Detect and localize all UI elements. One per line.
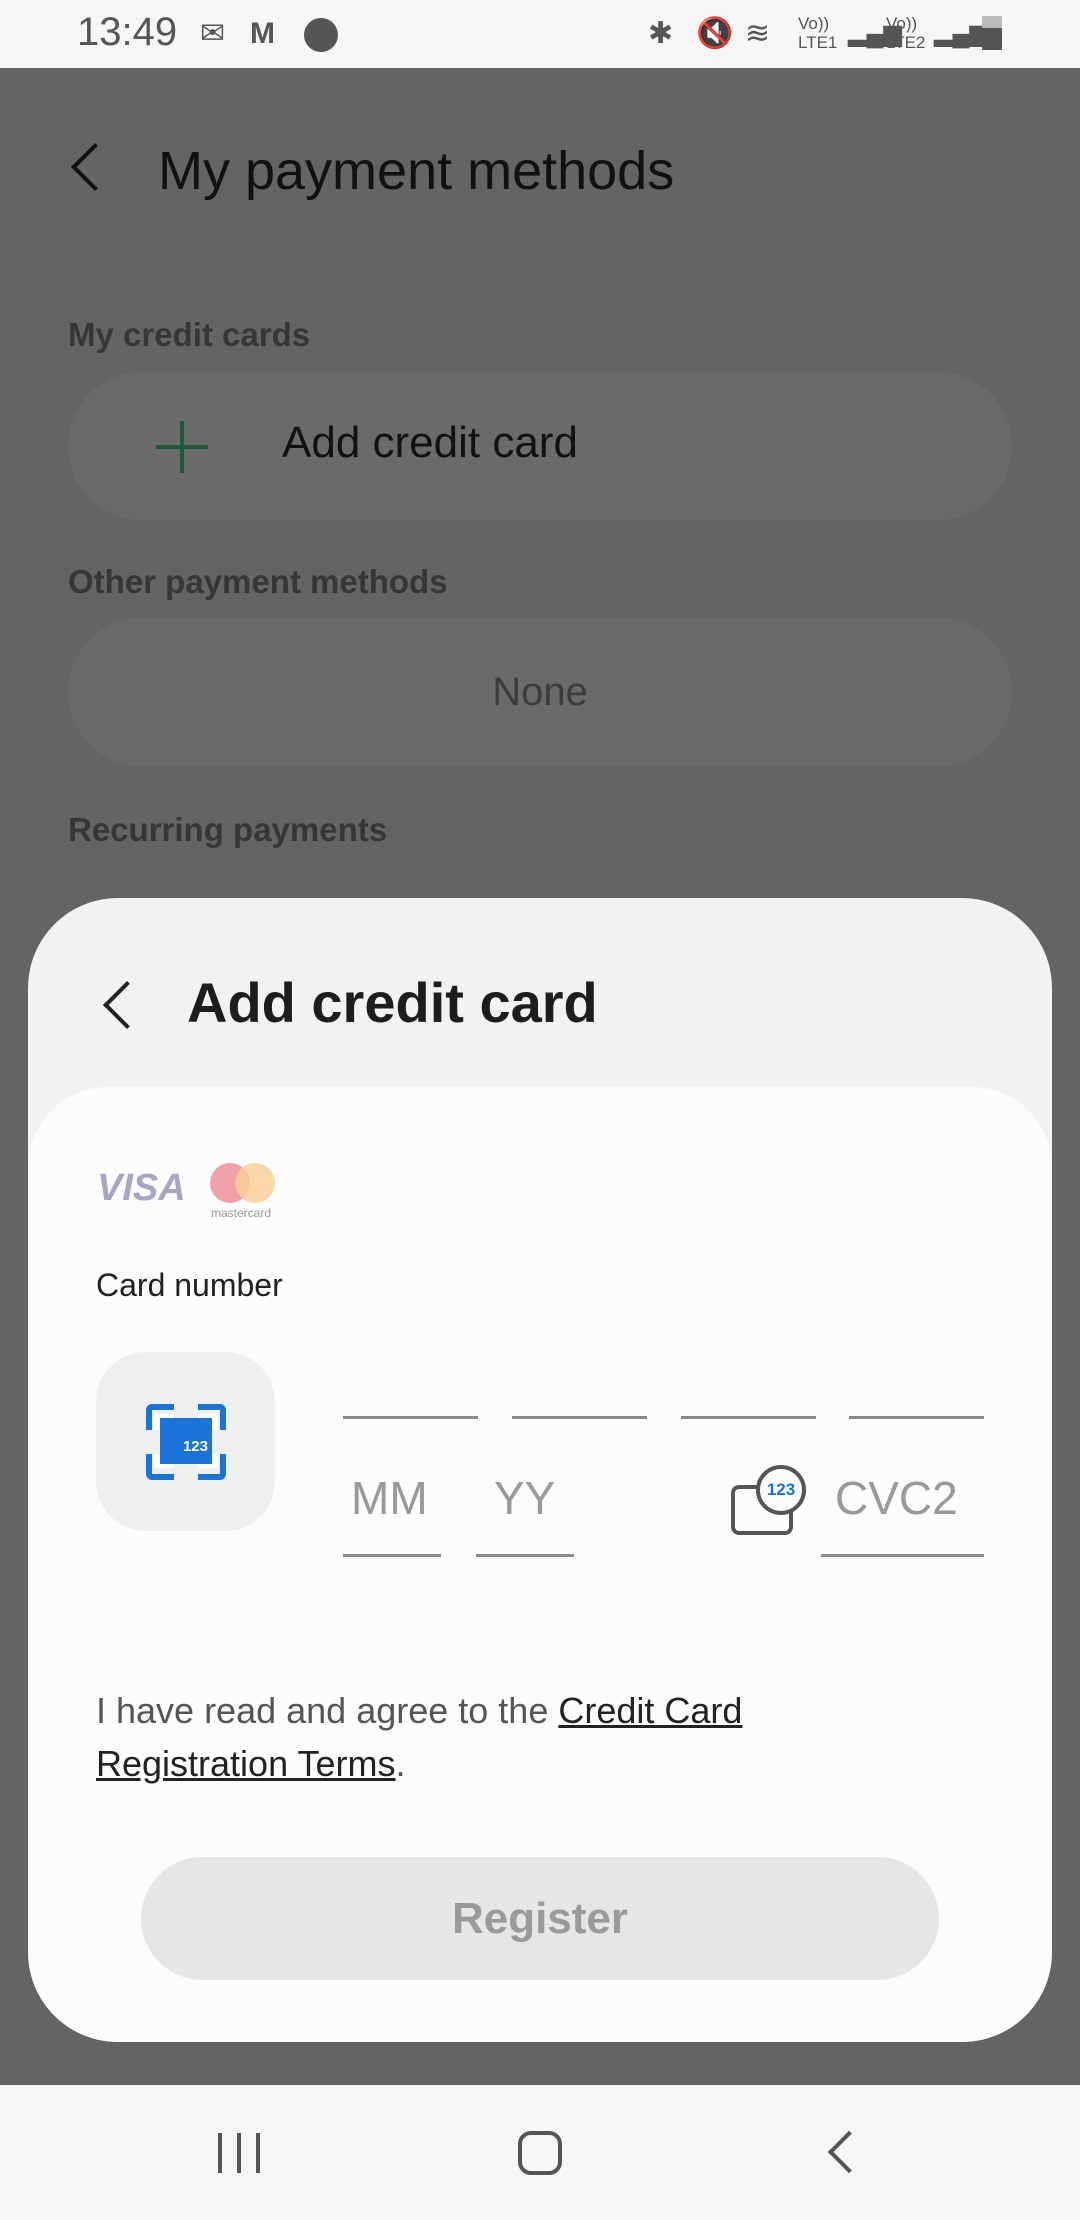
card-number-field-3[interactable] — [681, 1416, 816, 1419]
gmail-icon: M — [250, 17, 275, 50]
email-icon: ✉ — [200, 17, 226, 50]
volte-lte1-signal-icon: Vo)) LTE1 — [798, 14, 838, 52]
register-button[interactable]: Register — [141, 1857, 939, 1980]
sheet-title: Add credit card — [187, 971, 598, 1034]
signal2-icon: ▂▄▆ — [934, 20, 988, 47]
spotify-icon — [304, 18, 338, 52]
card-number-field-4[interactable] — [849, 1416, 984, 1419]
back-icon[interactable] — [70, 142, 120, 192]
visa-logo: VISA — [97, 1167, 186, 1209]
clock: 13:49 — [77, 10, 178, 54]
card-form: VISA mastercard Card number 123 MM YY 12… — [28, 1087, 1052, 2042]
navigation-bar — [0, 2085, 1080, 2220]
battery-icon — [982, 16, 1002, 50]
month-input[interactable]: MM — [343, 1447, 441, 1557]
cvc-input[interactable]: CVC2 — [821, 1447, 984, 1557]
none-item: None — [68, 618, 1012, 766]
add-card-sheet: Add credit card VISA mastercard Card num… — [28, 898, 1052, 2042]
add-credit-card-label: Add credit card — [282, 418, 578, 467]
wifi-icon: ≋ — [745, 17, 771, 50]
scan-card-button[interactable]: 123 — [96, 1352, 275, 1531]
home-icon[interactable] — [518, 2131, 562, 2175]
section-label: Other payment methods — [68, 563, 448, 600]
add-credit-card-button[interactable]: Add credit card — [68, 372, 1012, 520]
year-input[interactable]: YY — [476, 1447, 574, 1557]
section-label: Recurring payments — [68, 811, 388, 848]
bluetooth-icon: ✱ — [648, 17, 674, 50]
back-icon[interactable] — [102, 980, 152, 1030]
recent-apps-icon[interactable] — [218, 2133, 260, 2173]
page-title: My payment methods — [158, 141, 675, 201]
card-number-field-1[interactable] — [343, 1416, 478, 1419]
card-number-field-2[interactable] — [512, 1416, 647, 1419]
card-number-label: Card number — [96, 1267, 283, 1303]
vibrate-icon: 🔇 — [696, 17, 734, 50]
status-bar: 13:49 ✉ M ✱ 🔇 ≋ Vo)) LTE1 ▂▄▆ Vo)) LTE2 ▂▄… — [0, 0, 1080, 68]
section-label: My credit cards — [68, 316, 311, 353]
terms-text: I have read and agree to the Credit Card… — [96, 1690, 743, 1784]
back-icon[interactable] — [827, 2130, 871, 2174]
volte-lte2-signal-icon: Vo)) LTE2 — [886, 14, 926, 52]
